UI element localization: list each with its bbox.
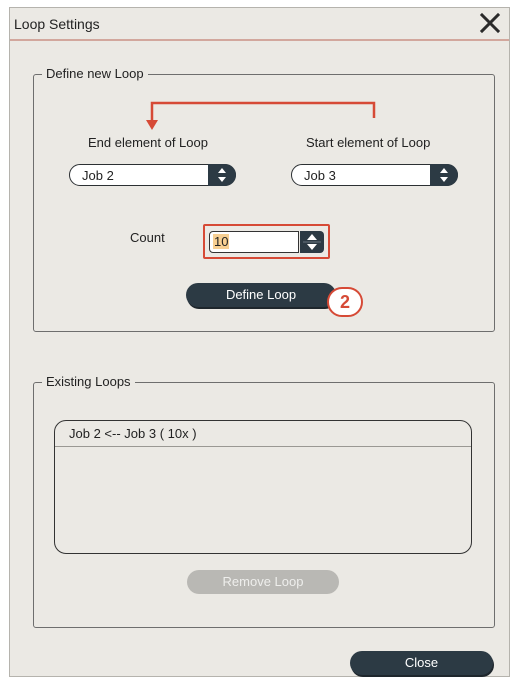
end-element-label: End element of Loop bbox=[88, 135, 208, 150]
end-element-value: Job 2 bbox=[82, 168, 114, 183]
end-element-dropdown[interactable]: Job 2 bbox=[69, 163, 236, 186]
up-down-arrow-icon[interactable] bbox=[208, 163, 236, 186]
loop-direction-arrow-icon bbox=[146, 101, 376, 130]
callout-badge: 2 bbox=[327, 287, 363, 317]
window-title: Loop Settings bbox=[14, 16, 100, 32]
loop-settings-window: Loop Settings Define new Loop End elemen… bbox=[9, 7, 510, 677]
existing-loops-list[interactable]: Job 2 <-- Job 3 ( 10x ) bbox=[54, 420, 472, 554]
title-bar: Loop Settings bbox=[10, 8, 509, 41]
define-loop-legend: Define new Loop bbox=[42, 66, 148, 81]
define-loop-button[interactable]: Define Loop bbox=[186, 283, 336, 307]
close-icon[interactable] bbox=[477, 10, 503, 36]
spinner-arrows-icon[interactable] bbox=[300, 231, 324, 253]
count-spinner-highlight: 10 bbox=[203, 224, 330, 259]
start-element-label: Start element of Loop bbox=[306, 135, 431, 150]
count-label: Count bbox=[130, 230, 165, 245]
start-element-value: Job 3 bbox=[304, 168, 336, 183]
count-input[interactable]: 10 bbox=[209, 231, 299, 253]
existing-loops-legend: Existing Loops bbox=[42, 374, 135, 389]
start-element-dropdown[interactable]: Job 3 bbox=[291, 163, 458, 186]
list-item[interactable]: Job 2 <-- Job 3 ( 10x ) bbox=[55, 421, 471, 447]
loop-entry-text: Job 2 <-- Job 3 ( 10x ) bbox=[69, 426, 197, 441]
remove-loop-button[interactable]: Remove Loop bbox=[187, 570, 339, 594]
up-down-arrow-icon[interactable] bbox=[430, 163, 458, 186]
count-value: 10 bbox=[213, 234, 230, 249]
close-button[interactable]: Close bbox=[350, 651, 493, 675]
